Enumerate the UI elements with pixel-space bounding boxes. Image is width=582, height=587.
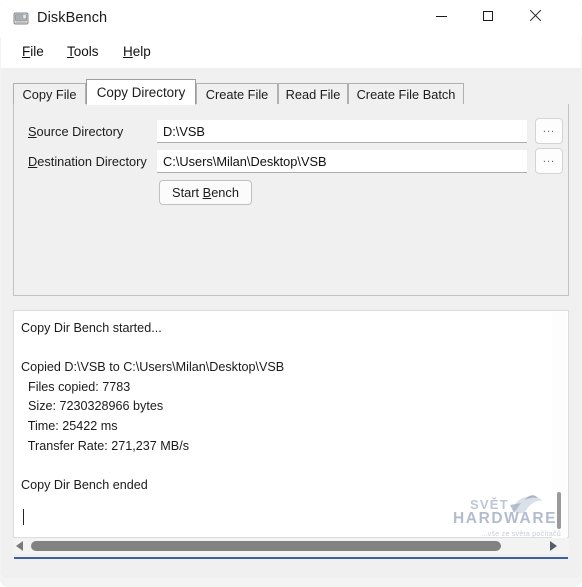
close-icon — [529, 10, 541, 22]
horizontal-scrollbar[interactable] — [13, 538, 569, 554]
copy-directory-panel: Source Directory ... Destination Directo… — [13, 104, 569, 296]
destination-directory-input[interactable] — [157, 150, 527, 173]
menu-item-tools[interactable]: Tools — [63, 42, 103, 61]
scroll-left-arrow-icon[interactable] — [16, 541, 23, 551]
source-directory-label: Source Directory — [28, 124, 124, 139]
title-bar[interactable]: DiskBench — [0, 0, 582, 37]
tab-create-file[interactable]: Create File — [196, 83, 278, 104]
destination-browse-button[interactable]: ... — [535, 148, 563, 174]
log-vertical-scrollbar-thumb[interactable] — [557, 492, 561, 529]
text-caret — [23, 509, 24, 525]
application-window: DiskBench File Tools Help Copy File Copy… — [0, 0, 582, 587]
start-bench-button[interactable]: Start Bench — [159, 180, 252, 205]
client-area: Copy File Copy Directory Create File Rea… — [1, 68, 581, 578]
close-button[interactable] — [512, 0, 558, 32]
window-title: DiskBench — [37, 10, 108, 26]
maximize-icon — [483, 11, 493, 21]
disk-drive-icon — [13, 11, 29, 27]
log-output-text: Copy Dir Bench started... Copied D:\VSB … — [21, 321, 285, 492]
log-vertical-scrollbar[interactable] — [552, 312, 567, 538]
scroll-right-arrow-icon[interactable] — [550, 541, 557, 551]
menu-item-help[interactable]: Help — [119, 42, 155, 61]
tab-copy-file[interactable]: Copy File — [13, 83, 86, 104]
maximize-button[interactable] — [465, 0, 511, 32]
minimize-icon — [435, 15, 447, 17]
destination-directory-label: Destination Directory — [28, 154, 147, 169]
source-browse-button[interactable]: ... — [535, 118, 563, 144]
log-output-area[interactable]: Copy Dir Bench started... Copied D:\VSB … — [13, 310, 569, 538]
horizontal-scrollbar-thumb[interactable] — [31, 541, 501, 551]
source-directory-input[interactable] — [157, 120, 527, 143]
accent-divider — [14, 557, 568, 559]
minimize-button[interactable] — [418, 0, 464, 32]
tab-read-file[interactable]: Read File — [278, 83, 348, 104]
tab-create-file-batch[interactable]: Create File Batch — [348, 83, 464, 104]
menu-bar: File Tools Help — [1, 37, 581, 68]
tab-copy-directory[interactable]: Copy Directory — [86, 79, 196, 105]
menu-item-file[interactable]: File — [18, 42, 48, 61]
